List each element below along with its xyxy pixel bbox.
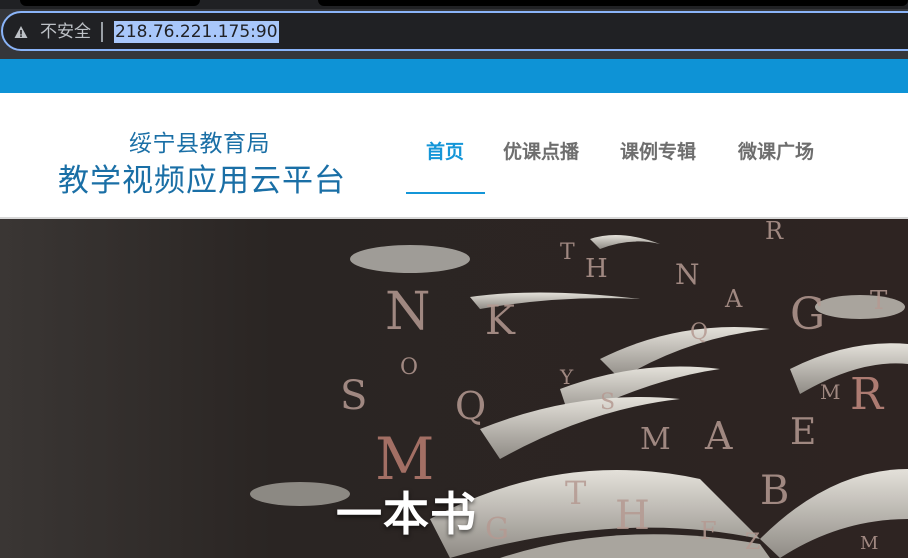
svg-text:H: H (585, 254, 608, 284)
svg-text:E: E (790, 412, 816, 453)
browser-tab[interactable] (20, 0, 200, 6)
svg-text:M: M (860, 533, 878, 554)
svg-text:Q: Q (455, 384, 486, 428)
svg-text:G: G (790, 289, 825, 340)
site-logo-title[interactable]: 教学视频应用云平台 (58, 155, 346, 200)
browser-tab[interactable] (318, 0, 908, 6)
svg-text:S: S (600, 390, 615, 415)
svg-text:Z: Z (745, 530, 760, 555)
svg-text:O: O (400, 355, 418, 380)
svg-text:M: M (640, 422, 671, 457)
site-top-bar (0, 59, 908, 93)
svg-text:G: G (485, 512, 509, 547)
svg-text:R: R (850, 369, 885, 420)
svg-text:Y: Y (559, 365, 574, 389)
svg-text:B: B (760, 468, 789, 514)
svg-text:F: F (700, 517, 717, 545)
hero-banner[interactable]: T H N A Q G R N K S O Y Q M R M S A E M … (0, 219, 908, 558)
svg-text:T: T (565, 474, 587, 512)
url-text[interactable]: 218.76.221.175:90 (114, 21, 279, 43)
nav-item-micro-lessons[interactable]: 微课广场 (738, 137, 814, 164)
svg-text:T: T (870, 286, 888, 316)
nav-item-lesson-albums[interactable]: 课例专辑 (620, 137, 696, 164)
security-status-label[interactable]: 不安全 (40, 20, 91, 44)
banner-caption: 一本书 (336, 487, 477, 541)
svg-text:M: M (820, 380, 840, 404)
svg-text:R: R (765, 219, 784, 245)
svg-text:A: A (704, 414, 733, 458)
svg-text:N: N (675, 258, 700, 291)
svg-text:Q: Q (690, 320, 708, 345)
svg-text:K: K (485, 298, 516, 344)
site-logo-subtitle[interactable]: 绥宁县教育局 (129, 124, 270, 158)
warning-triangle-icon[interactable] (14, 25, 28, 39)
svg-text:A: A (724, 285, 743, 313)
nav-item-featured-lessons[interactable]: 优课点播 (503, 137, 579, 164)
svg-text:T: T (560, 240, 575, 265)
svg-text:N: N (385, 282, 431, 342)
svg-text:H: H (615, 493, 650, 539)
address-divider (101, 22, 103, 42)
nav-active-indicator (406, 192, 485, 194)
browser-tabstrip (0, 0, 908, 8)
nav-item-home[interactable]: 首页 (426, 137, 464, 164)
svg-text:S: S (340, 373, 367, 419)
